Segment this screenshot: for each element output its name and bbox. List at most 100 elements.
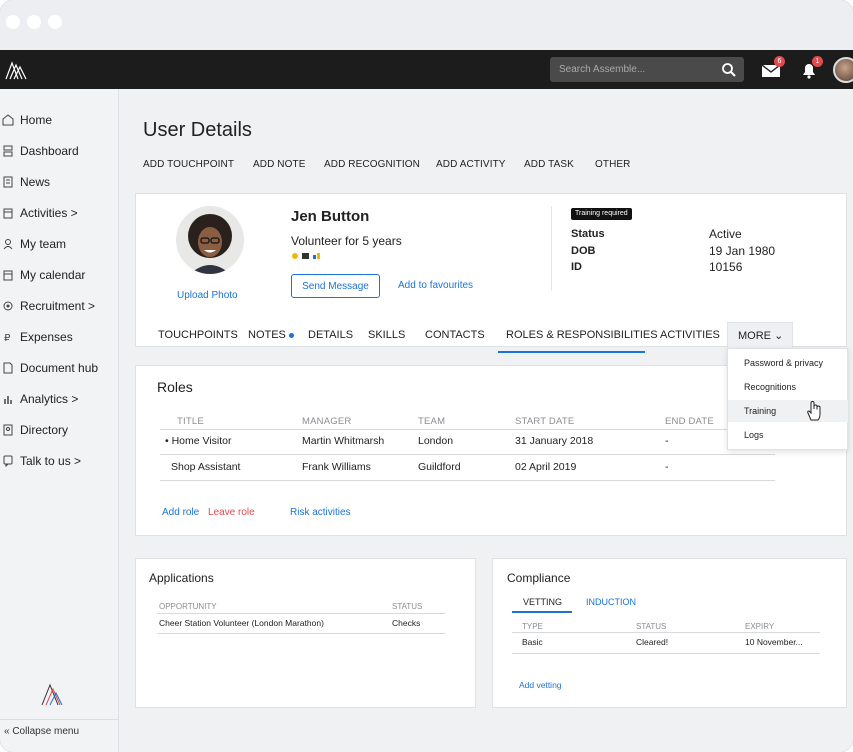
vetting-type: Basic <box>522 637 543 647</box>
sidebar-item-talk-to-us[interactable]: Talk to us > <box>0 450 119 472</box>
sidebar-item-label: Recruitment > <box>20 299 96 313</box>
add-touchpoint-button[interactable]: ADD TOUCHPOINT <box>143 159 234 170</box>
column-header: TEAM <box>418 416 446 427</box>
sidebar-item-label: Analytics > <box>20 392 79 406</box>
messages-button[interactable]: 6 <box>760 56 785 81</box>
menu-item-password-privacy[interactable]: Password & privacy <box>728 352 848 374</box>
vetting-expiry: 10 November... <box>745 637 803 647</box>
analytics-icon <box>4 396 12 404</box>
recruitment-icon <box>3 301 13 311</box>
document-icon <box>3 362 13 374</box>
other-button[interactable]: OTHER <box>595 159 631 170</box>
team-icon <box>3 239 13 250</box>
add-vetting-link[interactable]: Add vetting <box>519 680 562 690</box>
sidebar-item-label: Dashboard <box>20 144 79 158</box>
applications-title: Applications <box>149 571 214 585</box>
column-header: END DATE <box>665 416 714 427</box>
tab-notes[interactable]: NOTES <box>248 329 294 341</box>
tab-details[interactable]: DETAILS <box>308 329 353 341</box>
role-start-date: 02 April 2019 <box>515 461 577 473</box>
status-value: Active <box>709 227 742 241</box>
tab-label: NOTES <box>248 329 286 341</box>
column-header: TYPE <box>522 622 543 631</box>
window-minimize-button[interactable] <box>27 15 41 29</box>
role-team-link[interactable]: London <box>418 435 453 447</box>
table-header-divider <box>512 632 820 633</box>
dob-value: 19 Jan 1980 <box>709 244 776 258</box>
role-title-link[interactable]: • Home Visitor <box>165 435 232 447</box>
profile-photo <box>176 206 244 274</box>
notifications-button[interactable]: 1 <box>798 56 823 81</box>
menu-item-training[interactable]: Training <box>728 400 848 422</box>
tab-touchpoints[interactable]: TOUCHPOINTS <box>158 329 238 341</box>
upload-photo-link[interactable]: Upload Photo <box>177 290 238 301</box>
assemble-logo-icon[interactable] <box>4 59 30 81</box>
id-value: 10156 <box>709 260 743 274</box>
top-navigation-bar: Search Assemble... 6 1 <box>0 50 853 89</box>
application-status: Checks <box>392 618 421 628</box>
tab-more[interactable]: MORE ⌄ <box>738 329 783 342</box>
chat-icon <box>3 455 13 468</box>
tab-roles-and-responsibilities[interactable]: ROLES & RESPONSIBILITIES <box>506 329 658 341</box>
sidebar-item-document-hub[interactable]: Document hub <box>0 357 119 379</box>
achievement-badges-icon <box>292 253 320 259</box>
sidebar-item-news[interactable]: News <box>0 171 119 193</box>
search-input[interactable]: Search Assemble... <box>559 64 645 75</box>
search-box[interactable]: Search Assemble... <box>550 57 744 82</box>
applications-card: Applications OPPORTUNITY STATUS Cheer St… <box>135 558 476 708</box>
add-role-link[interactable]: Add role <box>162 507 199 518</box>
column-header: EXPIRY <box>745 622 775 631</box>
collapse-menu-button[interactable]: « Collapse menu <box>0 719 119 752</box>
add-activity-button[interactable]: ADD ACTIVITY <box>436 159 506 170</box>
column-header: OPPORTUNITY <box>159 602 217 611</box>
tab-vetting[interactable]: VETTING <box>523 597 562 607</box>
sidebar-item-directory[interactable]: Directory <box>0 419 119 441</box>
add-note-button[interactable]: ADD NOTE <box>253 159 305 170</box>
leave-role-link[interactable]: Leave role <box>208 507 255 518</box>
active-tab-indicator <box>512 611 572 613</box>
sidebar-item-home[interactable]: Home <box>0 109 119 131</box>
sidebar-item-label: Document hub <box>20 361 99 375</box>
sidebar-item-label: Directory <box>20 423 69 437</box>
window-maximize-button[interactable] <box>48 15 62 29</box>
tab-activities[interactable]: ACTIVITIES <box>660 329 720 341</box>
dob-label: DOB <box>571 245 596 257</box>
role-title-link[interactable]: Shop Assistant <box>171 461 240 473</box>
compliance-title: Compliance <box>507 571 571 585</box>
profile-card: Upload Photo Jen Button Volunteer for 5 … <box>135 193 847 353</box>
sidebar-item-my-calendar[interactable]: My calendar <box>0 264 119 286</box>
tab-contacts[interactable]: CONTACTS <box>425 329 485 341</box>
tab-skills[interactable]: SKILLS <box>368 329 405 341</box>
add-to-favourites-link[interactable]: Add to favourites <box>398 280 473 291</box>
user-avatar[interactable] <box>833 57 853 83</box>
role-team-link[interactable]: Guildford <box>418 461 461 473</box>
hand-cursor-icon <box>807 400 821 421</box>
sidebar-item-dashboard[interactable]: Dashboard <box>0 140 119 162</box>
sidebar-item-expenses[interactable]: ₽ Expenses <box>0 326 119 348</box>
calendar-icon <box>3 270 13 281</box>
add-task-button[interactable]: ADD TASK <box>524 159 574 170</box>
directory-icon <box>3 424 13 436</box>
tab-induction[interactable]: INDUCTION <box>586 597 636 607</box>
sidebar-item-activities[interactable]: Activities > <box>0 202 119 224</box>
roles-title: Roles <box>157 379 193 395</box>
messages-count-badge: 6 <box>774 56 785 67</box>
sidebar-item-label: News <box>20 175 51 189</box>
menu-item-recognitions[interactable]: Recognitions <box>728 376 848 398</box>
sidebar-item-recruitment[interactable]: Recruitment > <box>0 295 119 317</box>
page-title: User Details <box>143 119 252 141</box>
risk-activities-link[interactable]: Risk activities <box>290 507 351 518</box>
news-icon <box>3 176 13 188</box>
menu-item-logs[interactable]: Logs <box>728 424 848 446</box>
table-header-divider <box>160 429 775 430</box>
window-titlebar <box>0 0 853 50</box>
search-icon[interactable] <box>721 62 737 78</box>
profile-name: Jen Button <box>291 208 370 225</box>
sidebar-item-label: My team <box>20 237 67 251</box>
add-recognition-button[interactable]: ADD RECOGNITION <box>324 159 420 170</box>
window-close-button[interactable] <box>6 15 20 29</box>
tab-label: MORE <box>738 330 771 342</box>
send-message-button[interactable]: Send Message <box>291 274 380 298</box>
sidebar-item-my-team[interactable]: My team <box>0 233 119 255</box>
sidebar-item-analytics[interactable]: Analytics > <box>0 388 119 410</box>
